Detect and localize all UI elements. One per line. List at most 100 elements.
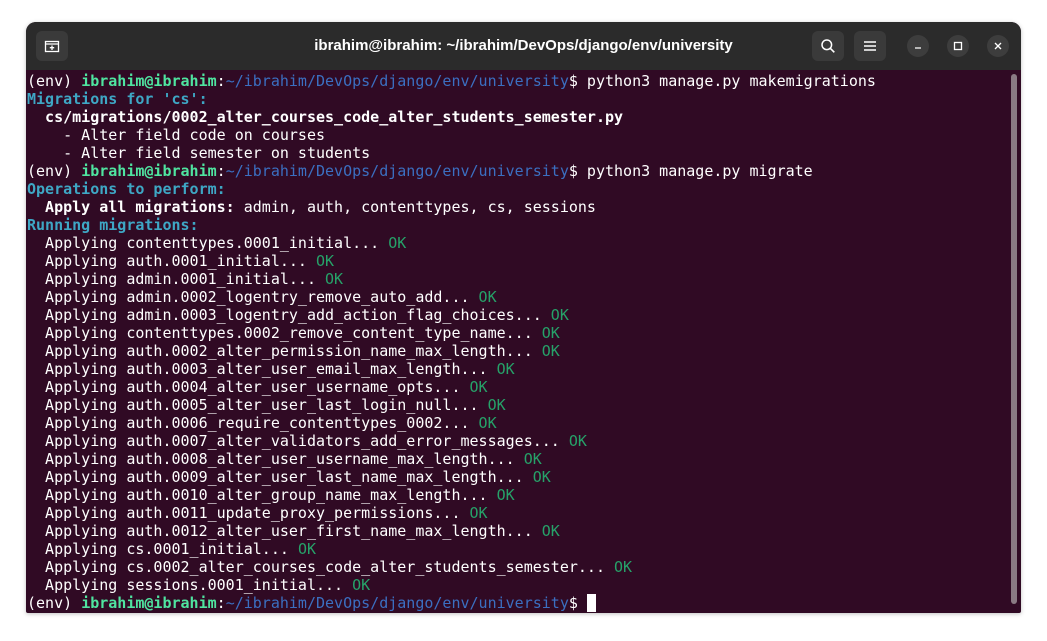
command-text: python3 manage.py makemigrations bbox=[586, 72, 876, 90]
prompt-line-makemigrations: (env) ibrahim@ibrahim:~/ibrahim/DevOps/d… bbox=[27, 72, 876, 90]
ok-status: OK bbox=[297, 540, 316, 558]
prompt-user-host: ibrahim@ibrahim bbox=[81, 72, 217, 90]
prompt-env: (env) bbox=[27, 72, 82, 90]
prompt-path: ~/ibrahim/DevOps/django/env/university bbox=[225, 72, 569, 90]
scrollbar[interactable] bbox=[1011, 74, 1017, 604]
apply-all-line: Apply all migrations: admin, auth, conte… bbox=[27, 198, 596, 216]
prompt-line-current: (env) ibrahim@ibrahim:~/ibrahim/DevOps/d… bbox=[27, 594, 596, 612]
migration-applying-line: Applying contenttypes.0002_remove_conten… bbox=[27, 324, 560, 342]
maximize-button[interactable] bbox=[947, 35, 969, 57]
title-bar[interactable]: ibrahim@ibrahim: ~/ibrahim/DevOps/django… bbox=[26, 22, 1021, 70]
menu-button[interactable] bbox=[854, 31, 886, 61]
ok-status: OK bbox=[352, 576, 371, 594]
text-cursor bbox=[586, 594, 596, 612]
migration-name: Applying auth.0007_alter_validators_add_… bbox=[27, 432, 569, 450]
migration-applying-line: Applying cs.0002_alter_courses_code_alte… bbox=[27, 558, 632, 576]
ok-status: OK bbox=[568, 432, 587, 450]
search-button[interactable] bbox=[812, 31, 844, 61]
migration-applying-line: Applying auth.0004_alter_user_username_o… bbox=[27, 378, 488, 396]
command-text: python3 manage.py migrate bbox=[586, 162, 813, 180]
migration-applying-line: Applying auth.0010_alter_group_name_max_… bbox=[27, 486, 515, 504]
migration-applying-line: Applying auth.0002_alter_permission_name… bbox=[27, 342, 560, 360]
prompt-colon: : bbox=[216, 162, 226, 180]
prompt-dollar: $ bbox=[568, 594, 587, 612]
migration-file: cs/migrations/0002_alter_courses_code_al… bbox=[27, 108, 624, 126]
migration-name: Applying admin.0001_initial... bbox=[27, 270, 326, 288]
prompt-path: ~/ibrahim/DevOps/django/env/university bbox=[225, 162, 569, 180]
ok-status: OK bbox=[541, 342, 560, 360]
prompt-env: (env) bbox=[27, 594, 82, 612]
terminal-window: ibrahim@ibrahim: ~/ibrahim/DevOps/django… bbox=[26, 22, 1021, 613]
migration-applying-line: Applying auth.0012_alter_user_first_name… bbox=[27, 522, 560, 540]
migration-name: Applying contenttypes.0001_initial... bbox=[27, 234, 389, 252]
migration-applying-line: Applying contenttypes.0001_initial... OK bbox=[27, 234, 406, 252]
migration-name: Applying auth.0006_require_contenttypes_… bbox=[27, 414, 479, 432]
ok-status: OK bbox=[478, 414, 497, 432]
migration-name: Applying auth.0010_alter_group_name_max_… bbox=[27, 486, 497, 504]
ok-status: OK bbox=[325, 270, 344, 288]
migration-name: Applying auth.0005_alter_user_last_login… bbox=[27, 396, 488, 414]
migration-name: Applying admin.0003_logentry_add_action_… bbox=[27, 306, 551, 324]
ok-status: OK bbox=[487, 396, 506, 414]
migration-applying-line: Applying cs.0001_initial... OK bbox=[27, 540, 316, 558]
prompt-path: ~/ibrahim/DevOps/django/env/university bbox=[225, 594, 569, 612]
apply-all-label: Apply all migrations: bbox=[27, 198, 235, 216]
close-icon bbox=[994, 42, 1002, 50]
maximize-icon bbox=[953, 41, 963, 51]
ok-status: OK bbox=[532, 468, 551, 486]
ok-status: OK bbox=[523, 450, 542, 468]
migration-applying-line: Applying auth.0011_update_proxy_permissi… bbox=[27, 504, 488, 522]
prompt-colon: : bbox=[216, 72, 226, 90]
search-icon bbox=[821, 39, 835, 53]
migration-name: Applying auth.0003_alter_user_email_max_… bbox=[27, 360, 497, 378]
migration-name: Applying sessions.0001_initial... bbox=[27, 576, 353, 594]
ok-status: OK bbox=[550, 306, 569, 324]
prompt-dollar: $ bbox=[568, 162, 587, 180]
prompt-user-host: ibrahim@ibrahim bbox=[81, 162, 217, 180]
prompt-line-migrate: (env) ibrahim@ibrahim:~/ibrahim/DevOps/d… bbox=[27, 162, 813, 180]
ok-status: OK bbox=[541, 324, 560, 342]
minimize-icon bbox=[915, 47, 921, 49]
migration-name: Applying auth.0002_alter_permission_name… bbox=[27, 342, 542, 360]
prompt-user-host: ibrahim@ibrahim bbox=[81, 594, 217, 612]
migration-applying-line: Applying auth.0003_alter_user_email_max_… bbox=[27, 360, 515, 378]
ok-status: OK bbox=[469, 504, 488, 522]
migration-applying-line: Applying auth.0008_alter_user_username_m… bbox=[27, 450, 542, 468]
migration-name: Applying auth.0011_update_proxy_permissi… bbox=[27, 504, 470, 522]
prompt-env: (env) bbox=[27, 162, 82, 180]
operations-header: Operations to perform: bbox=[27, 180, 226, 198]
migration-applying-line: Applying admin.0002_logentry_remove_auto… bbox=[27, 288, 497, 306]
migration-applying-line: Applying auth.0005_alter_user_last_login… bbox=[27, 396, 506, 414]
close-button[interactable] bbox=[987, 35, 1009, 57]
migration-op: - Alter field semester on students bbox=[27, 144, 371, 162]
migration-applying-line: Applying auth.0001_initial... OK bbox=[27, 252, 334, 270]
migration-applying-line: Applying admin.0001_initial... OK bbox=[27, 270, 343, 288]
minimize-button[interactable] bbox=[907, 35, 929, 57]
migration-applying-line: Applying sessions.0001_initial... OK bbox=[27, 576, 370, 594]
migration-applying-line: Applying auth.0007_alter_validators_add_… bbox=[27, 432, 587, 450]
migration-name: Applying contenttypes.0002_remove_conten… bbox=[27, 324, 542, 342]
ok-status: OK bbox=[614, 558, 633, 576]
migration-name: Applying auth.0008_alter_user_username_m… bbox=[27, 450, 524, 468]
migration-op: - Alter field code on courses bbox=[27, 126, 326, 144]
apply-all-apps: admin, auth, contenttypes, cs, sessions bbox=[234, 198, 596, 216]
migration-name: Applying auth.0009_alter_user_last_name_… bbox=[27, 468, 533, 486]
migration-name: Applying auth.0012_alter_user_first_name… bbox=[27, 522, 542, 540]
ok-status: OK bbox=[478, 288, 497, 306]
ok-status: OK bbox=[388, 234, 407, 252]
hamburger-menu-icon bbox=[864, 41, 876, 51]
migration-name: Applying auth.0004_alter_user_username_o… bbox=[27, 378, 470, 396]
ok-status: OK bbox=[496, 360, 515, 378]
migration-name: Applying cs.0002_alter_courses_code_alte… bbox=[27, 558, 614, 576]
prompt-colon: : bbox=[216, 594, 226, 612]
migration-name: Applying auth.0001_initial... bbox=[27, 252, 316, 270]
prompt-dollar: $ bbox=[568, 72, 587, 90]
ok-status: OK bbox=[315, 252, 335, 270]
ok-status: OK bbox=[469, 378, 488, 396]
migration-applying-line: Applying admin.0003_logentry_add_action_… bbox=[27, 306, 569, 324]
migration-applying-line: Applying auth.0009_alter_user_last_name_… bbox=[27, 468, 551, 486]
terminal-output[interactable]: (env) ibrahim@ibrahim:~/ibrahim/DevOps/d… bbox=[26, 70, 1011, 613]
running-header: Running migrations: bbox=[27, 216, 199, 234]
migration-name: Applying admin.0002_logentry_remove_auto… bbox=[27, 288, 479, 306]
ok-status: OK bbox=[496, 486, 515, 504]
